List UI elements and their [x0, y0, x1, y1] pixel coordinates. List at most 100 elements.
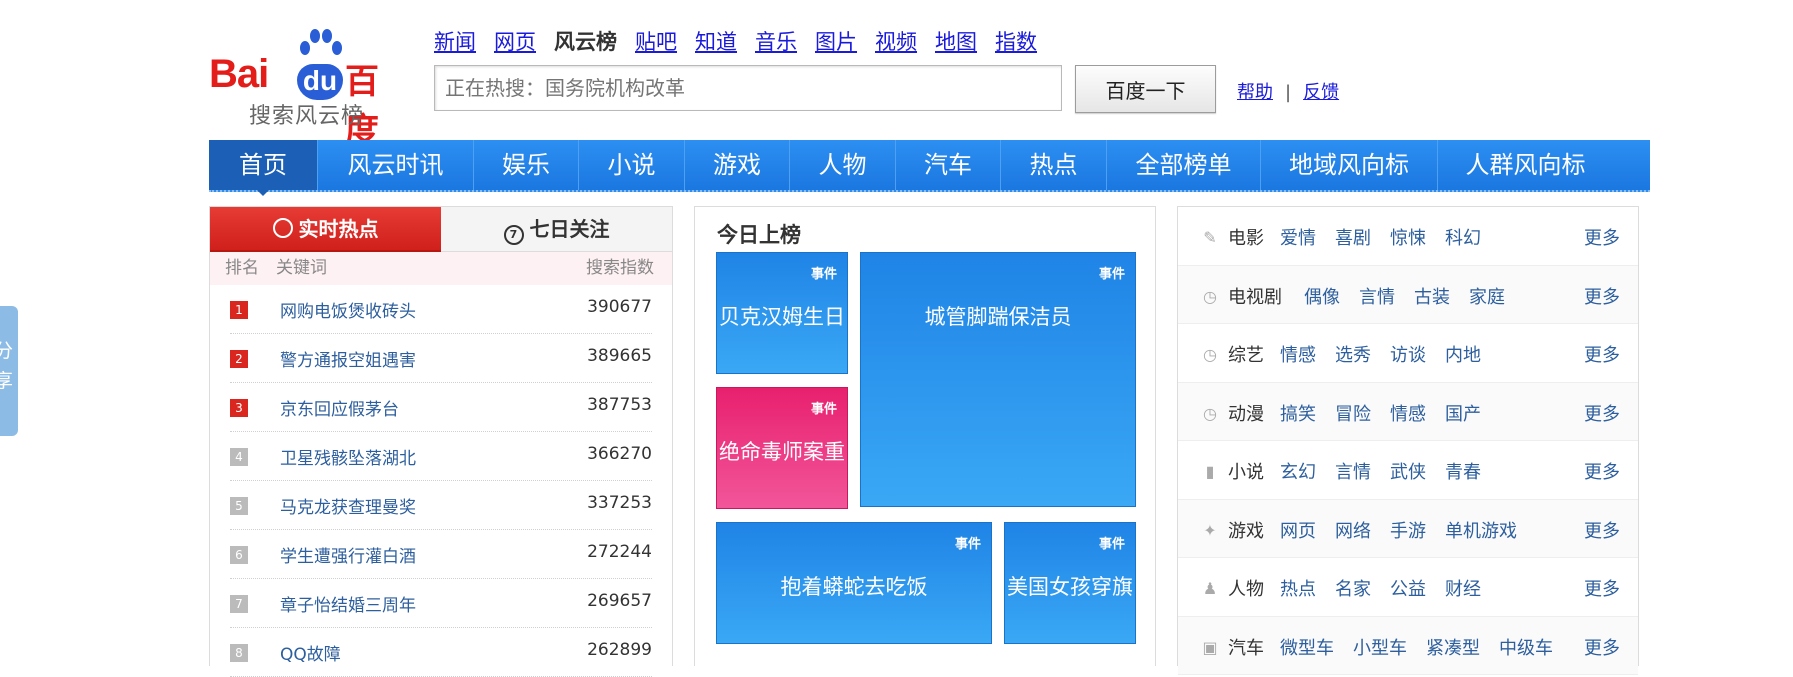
category-link[interactable]: 玄幻: [1280, 462, 1316, 483]
category-link[interactable]: 财经: [1445, 579, 1481, 600]
today-panel: 今日上榜 事件 贝克汉姆生日 事件 城管脚踹保洁员 事件 绝命毒师案重 事件 抱…: [694, 206, 1156, 666]
mainnav-games[interactable]: 游戏: [685, 140, 790, 190]
topnav-music[interactable]: 音乐: [755, 30, 797, 54]
hot-keyword-link[interactable]: 马克龙获查理曼奖: [280, 493, 416, 518]
category-link[interactable]: 热点: [1280, 579, 1316, 600]
gamepad-icon: ✦: [1203, 520, 1217, 540]
category-link[interactable]: 爱情: [1280, 228, 1316, 249]
mainnav-all-lists[interactable]: 全部榜单: [1107, 140, 1261, 190]
tab-realtime[interactable]: 实时热点: [210, 207, 441, 252]
more-link[interactable]: 更多: [1584, 224, 1620, 250]
col-rank: 排名: [225, 258, 259, 278]
more-link[interactable]: 更多: [1584, 283, 1620, 309]
topnav-index[interactable]: 指数: [995, 30, 1037, 54]
category-link[interactable]: 情感: [1280, 345, 1316, 366]
category-link[interactable]: 喜剧: [1335, 228, 1371, 249]
hot-row: 6 学生遭强行灌白酒 272244: [230, 530, 652, 579]
topnav-web[interactable]: 网页: [494, 30, 536, 54]
hot-list-panel: 实时热点 7 七日关注 排名 关键词 搜索指数 1 网购电饭煲收砖头 390677 2…: [209, 206, 673, 677]
category-link[interactable]: 微型车: [1280, 638, 1334, 659]
seven-day-icon: 7: [503, 225, 524, 245]
feedback-link[interactable]: 反馈: [1303, 82, 1339, 103]
logo-word: Bai: [209, 52, 269, 96]
category-link[interactable]: 小型车: [1353, 638, 1407, 659]
mainnav-news-flash[interactable]: 风云时讯: [318, 140, 474, 190]
topnav-video[interactable]: 视频: [875, 30, 917, 54]
hot-keyword-link[interactable]: 警方通报空姐遇害: [280, 346, 416, 371]
share-tab[interactable]: 分 享: [0, 306, 18, 436]
more-link[interactable]: 更多: [1584, 400, 1620, 426]
mainnav-home[interactable]: 首页: [209, 140, 318, 196]
category-link[interactable]: 言情: [1359, 287, 1395, 308]
category-link[interactable]: 名家: [1335, 579, 1371, 600]
tile-us-girl[interactable]: 事件 美国女孩穿旗: [1004, 522, 1136, 644]
category-link[interactable]: 惊悚: [1390, 228, 1426, 249]
search-button[interactable]: 百度一下: [1075, 65, 1216, 113]
category-panel: ✎ 电影 爱情 喜剧 惊悚 科幻 更多 ◷ 电视剧 偶像 言情 古装 家庭 更多 ◷ 综艺 …: [1177, 206, 1639, 675]
mainnav-entertainment[interactable]: 娱乐: [474, 140, 579, 190]
category-link[interactable]: 网页: [1280, 521, 1316, 542]
tile-breaking-bad[interactable]: 事件 绝命毒师案重: [716, 387, 848, 509]
tile-tag: 事件: [810, 402, 837, 417]
hot-keyword-link[interactable]: 网购电饭煲收砖头: [280, 297, 416, 322]
more-link[interactable]: 更多: [1584, 517, 1620, 543]
help-link[interactable]: 帮助: [1237, 82, 1273, 103]
category-link[interactable]: 选秀: [1335, 345, 1371, 366]
category-link[interactable]: 家庭: [1469, 287, 1505, 308]
category-link[interactable]: 紧凑型: [1426, 638, 1480, 659]
tile-chengguan[interactable]: 事件 城管脚踹保洁员: [860, 252, 1136, 507]
tile-python-dinner[interactable]: 事件 抱着蟒蛇去吃饭: [716, 522, 992, 644]
more-link[interactable]: 更多: [1584, 458, 1620, 484]
search-index: 366270: [587, 444, 652, 464]
mainnav-hot[interactable]: 热点: [1001, 140, 1107, 190]
search-input[interactable]: [434, 65, 1062, 111]
category-link[interactable]: 古装: [1414, 287, 1450, 308]
category-name: 动漫: [1228, 403, 1264, 425]
tab-seven-day[interactable]: 7 七日关注: [441, 207, 672, 252]
hot-keyword-link[interactable]: 京东回应假茅台: [280, 395, 399, 420]
category-link[interactable]: 手游: [1390, 521, 1426, 542]
mainnav-people[interactable]: 人物: [790, 140, 896, 190]
topnav-tieba[interactable]: 贴吧: [635, 30, 677, 54]
hot-keyword-link[interactable]: 章子怡结婚三周年: [280, 591, 416, 616]
category-link[interactable]: 科幻: [1445, 228, 1481, 249]
tile-title: 抱着蟒蛇去吃饭: [780, 575, 928, 599]
rank-badge: 8: [230, 644, 248, 662]
category-link[interactable]: 青春: [1445, 462, 1481, 483]
category-link[interactable]: 访谈: [1390, 345, 1426, 366]
mainnav-crowd[interactable]: 人群风向标: [1438, 140, 1613, 190]
category-link[interactable]: 偶像: [1304, 287, 1340, 308]
baidu-logo[interactable]: Bai du 百度 搜索风云榜: [209, 28, 409, 151]
mainnav-novel[interactable]: 小说: [579, 140, 685, 190]
topnav-images[interactable]: 图片: [815, 30, 857, 54]
category-link[interactable]: 单机游戏: [1445, 521, 1517, 542]
topnav-map[interactable]: 地图: [935, 30, 977, 54]
more-link[interactable]: 更多: [1584, 634, 1620, 660]
car-icon: ▣: [1202, 637, 1218, 657]
search-index: 390677: [587, 297, 652, 317]
top-nav: 新闻 网页 风云榜 贴吧 知道 音乐 图片 视频 地图 指数: [434, 26, 1055, 56]
hot-keyword-link[interactable]: 卫星残骸坠落湖北: [280, 444, 416, 469]
category-link[interactable]: 冒险: [1335, 404, 1371, 425]
topnav-zhidao[interactable]: 知道: [695, 30, 737, 54]
category-link[interactable]: 情感: [1390, 404, 1426, 425]
mainnav-region[interactable]: 地域风向标: [1261, 140, 1438, 190]
more-link[interactable]: 更多: [1584, 341, 1620, 367]
category-link[interactable]: 言情: [1335, 462, 1371, 483]
film-icon: ✎: [1203, 228, 1217, 247]
hot-keyword-link[interactable]: 学生遭强行灌白酒: [280, 542, 416, 567]
tile-beckham[interactable]: 事件 贝克汉姆生日: [716, 252, 848, 374]
topnav-news[interactable]: 新闻: [434, 30, 476, 54]
category-link[interactable]: 中级车: [1499, 638, 1553, 659]
col-index: 搜索指数: [586, 258, 654, 278]
category-link[interactable]: 国产: [1445, 404, 1481, 425]
category-link[interactable]: 武侠: [1390, 462, 1426, 483]
category-link[interactable]: 网络: [1335, 521, 1371, 542]
category-name: 电视剧: [1228, 286, 1282, 308]
more-link[interactable]: 更多: [1584, 575, 1620, 601]
search-index: 262899: [587, 640, 652, 660]
category-link[interactable]: 公益: [1390, 579, 1426, 600]
category-link[interactable]: 内地: [1445, 345, 1481, 366]
mainnav-cars[interactable]: 汽车: [896, 140, 1001, 190]
category-link[interactable]: 搞笑: [1280, 404, 1316, 425]
